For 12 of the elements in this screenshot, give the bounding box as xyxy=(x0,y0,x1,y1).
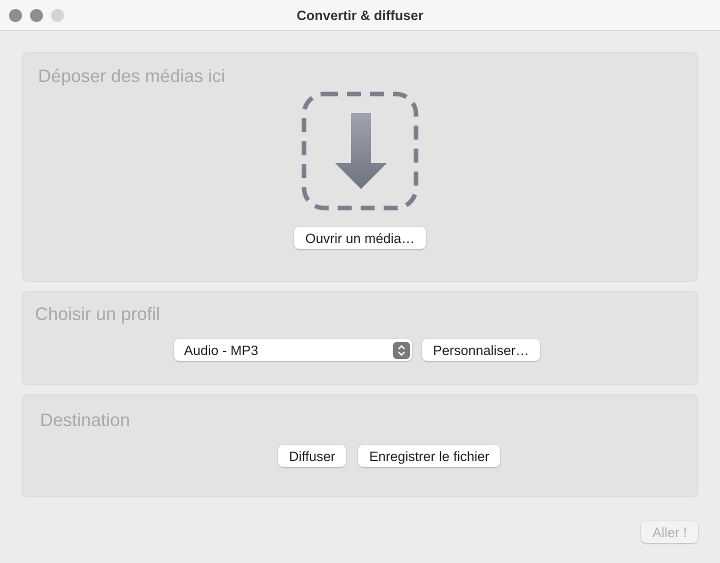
window-control-icon[interactable] xyxy=(9,8,22,22)
panel-title: Déposer des médias ici xyxy=(38,66,226,87)
stepper-icon xyxy=(393,342,410,358)
window-control-icon[interactable] xyxy=(30,8,43,22)
destination-button[interactable]: Diffuser xyxy=(278,445,346,467)
window-title: Convertir & diffuser xyxy=(296,8,424,22)
destination-button[interactable]: Enregistrer le fichier xyxy=(358,445,500,467)
panel-title: Choisir un profil xyxy=(35,304,160,324)
profile-select[interactable]: Audio - MP3 xyxy=(174,339,412,361)
open-media-button[interactable]: Ouvrir un média… xyxy=(294,227,426,249)
customize-button[interactable]: Personnaliser… xyxy=(422,339,540,361)
panel-title: Destination xyxy=(40,410,130,430)
